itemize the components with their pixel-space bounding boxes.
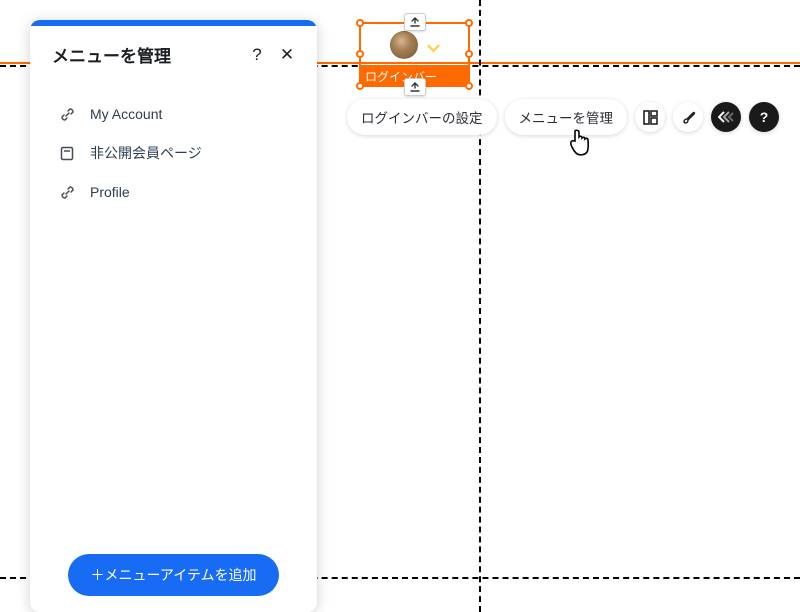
layout-icon[interactable] [635,102,665,132]
attach-handle-top[interactable] [404,13,426,31]
help-icon[interactable]: ? [749,102,779,132]
login-bar-settings-button[interactable]: ログインバーの設定 [347,99,497,135]
link-icon [60,105,82,123]
animation-icon[interactable] [711,102,741,132]
resize-handle-tr[interactable] [465,19,473,27]
panel-header: メニューを管理 ? ✕ [30,26,317,81]
add-menu-item-button[interactable]: ＋メニューアイテムを追加 [68,554,278,596]
menu-item-my-account[interactable]: My Account [54,95,305,133]
close-button[interactable]: ✕ [275,43,299,67]
attach-handle-bottom[interactable] [404,78,426,96]
close-icon: ✕ [280,45,294,65]
panel-title: メニューを管理 [52,42,245,67]
add-menu-item-label: ＋メニューアイテムを追加 [90,567,256,583]
page-icon [60,144,82,162]
selected-login-bar[interactable]: ログインバー [359,22,470,87]
menu-list: My Account 非公開会員ページ Profile [30,81,317,538]
menu-item-label: Profile [90,184,130,200]
resize-handle-tl[interactable] [356,19,364,27]
menu-item-label: My Account [90,106,162,122]
menu-item-label: 非公開会員ページ [90,143,202,163]
brush-icon[interactable] [673,102,703,132]
floating-toolbar: ログインバーの設定 メニューを管理 ? [347,99,779,135]
help-button[interactable]: ? [245,43,269,67]
menu-item-profile[interactable]: Profile [54,173,305,211]
link-icon [60,183,82,201]
guide-vertical-mid [479,0,481,612]
menu-item-private-page[interactable]: 非公開会員ページ [54,133,305,173]
resize-handle-mr[interactable] [465,50,473,58]
manage-menu-panel: メニューを管理 ? ✕ My Account 非公開会員ページ Profile [30,20,317,612]
panel-footer: ＋メニューアイテムを追加 [30,538,317,612]
resize-handle-ml[interactable] [356,50,364,58]
login-bar-settings-label: ログインバーの設定 [361,111,483,126]
resize-handle-br[interactable] [465,82,473,90]
manage-menu-label: メニューを管理 [519,111,614,126]
manage-menu-button[interactable]: メニューを管理 [505,99,628,135]
help-icon-label: ? [760,109,769,125]
resize-handle-bl[interactable] [356,82,364,90]
help-button-label: ? [252,45,261,65]
